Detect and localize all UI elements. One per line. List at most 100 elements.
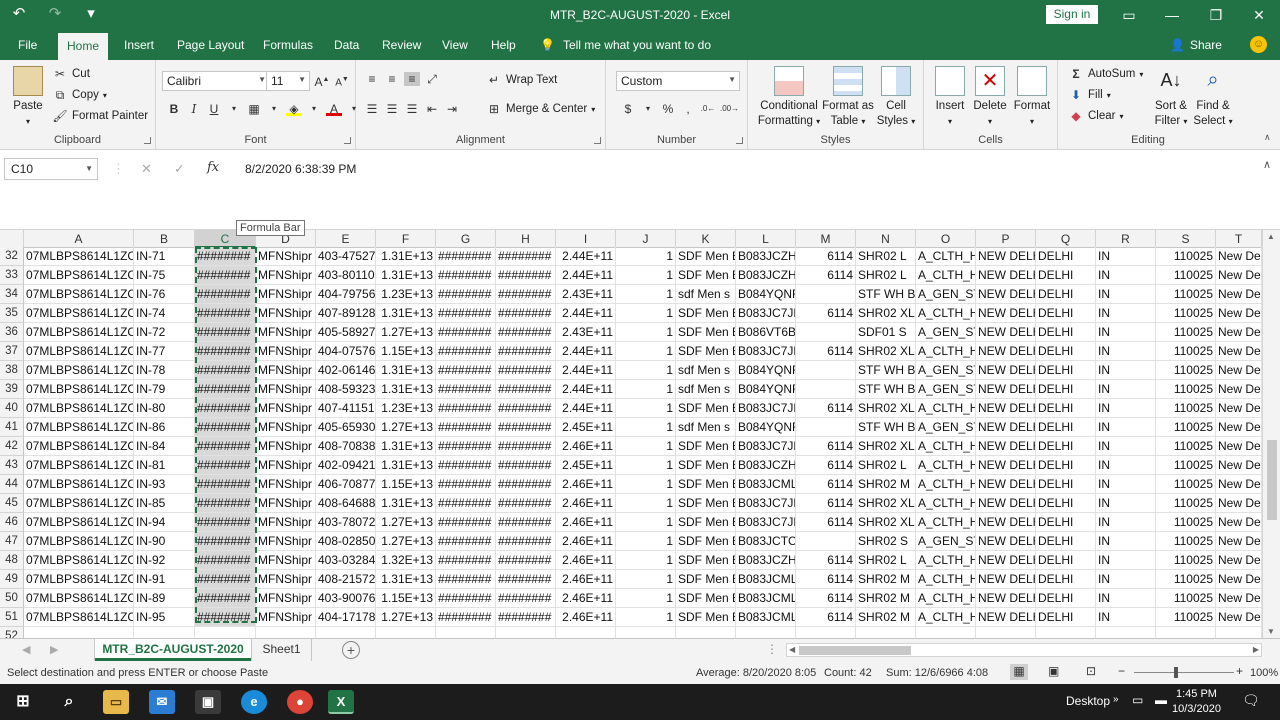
cell-b[interactable]: IN-84 bbox=[134, 437, 195, 456]
cut-button[interactable]: ✂ Cut bbox=[52, 67, 90, 81]
column-header-s[interactable]: S bbox=[1156, 230, 1216, 248]
column-header-h[interactable]: H bbox=[496, 230, 556, 248]
cell-r[interactable]: IN bbox=[1096, 380, 1156, 399]
cell-b[interactable]: IN-86 bbox=[134, 418, 195, 437]
cell-a[interactable]: 07MLBPS8614L1ZC bbox=[24, 589, 134, 608]
cell-a[interactable]: 07MLBPS8614L1ZC bbox=[24, 513, 134, 532]
italic-button[interactable]: I bbox=[186, 102, 202, 116]
system-clock[interactable]: 1:45 PM 10/3/2020 bbox=[1172, 687, 1221, 717]
format-cells-button[interactable]: Format ▾ bbox=[1010, 66, 1054, 129]
cell-f[interactable]: 1.31E+13 bbox=[376, 266, 436, 285]
cell-s[interactable]: 110025 bbox=[1156, 475, 1216, 494]
vertical-scroll-thumb[interactable] bbox=[1267, 440, 1277, 520]
cell-o[interactable]: A_GEN_ST bbox=[916, 532, 976, 551]
cell-c[interactable]: ######## bbox=[195, 532, 256, 551]
chevron-down-icon[interactable]: ▾ bbox=[306, 102, 322, 116]
cell-g[interactable]: ######## bbox=[436, 361, 496, 380]
cell-p[interactable]: NEW DELH bbox=[976, 361, 1036, 380]
cell-o[interactable]: A_CLTH_H bbox=[916, 570, 976, 589]
zoom-level[interactable]: 100% bbox=[1250, 667, 1278, 679]
cell-i[interactable]: 2.44E+11 bbox=[556, 399, 616, 418]
cell-n[interactable]: SHR02 L bbox=[856, 551, 916, 570]
cell-d[interactable]: MFNShipr bbox=[256, 399, 316, 418]
cell-r[interactable]: IN bbox=[1096, 494, 1156, 513]
cell-p[interactable]: NEW DELH bbox=[976, 380, 1036, 399]
cell-p[interactable]: NEW DELH bbox=[976, 456, 1036, 475]
cell-o[interactable]: A_CLTH_H bbox=[916, 513, 976, 532]
font-launcher-icon[interactable] bbox=[344, 137, 351, 144]
cell-p[interactable]: NEW DELH bbox=[976, 342, 1036, 361]
cell-q[interactable]: DELHI bbox=[1036, 380, 1096, 399]
cell-n[interactable]: SHR02 M bbox=[856, 608, 916, 627]
cell-d[interactable]: MFNShipr bbox=[256, 342, 316, 361]
alignment-launcher-icon[interactable] bbox=[594, 137, 601, 144]
search-icon[interactable]: ⌕ bbox=[56, 690, 82, 714]
cell-c[interactable]: ######## bbox=[195, 551, 256, 570]
cell-m[interactable]: 6114 bbox=[796, 247, 856, 266]
cell-o[interactable]: A_GEN_ST bbox=[916, 418, 976, 437]
cell-h[interactable]: ######## bbox=[496, 304, 556, 323]
cell-b[interactable]: IN-93 bbox=[134, 475, 195, 494]
cell-h[interactable]: ######## bbox=[496, 551, 556, 570]
cell-k[interactable]: sdf Men s bbox=[676, 361, 736, 380]
cell-s[interactable]: 110025 bbox=[1156, 418, 1216, 437]
cell-d[interactable]: MFNShipr bbox=[256, 266, 316, 285]
cell-j[interactable]: 1 bbox=[616, 380, 676, 399]
cell-n[interactable]: SHR02 L bbox=[856, 456, 916, 475]
cell-k[interactable]: SDF Men E bbox=[676, 494, 736, 513]
cell-c[interactable]: ######## bbox=[195, 494, 256, 513]
cell-s[interactable]: 110025 bbox=[1156, 342, 1216, 361]
cell-m[interactable]: 6114 bbox=[796, 589, 856, 608]
cell-d[interactable]: MFNShipr bbox=[256, 494, 316, 513]
cell-i[interactable]: 2.44E+11 bbox=[556, 380, 616, 399]
cell-r[interactable]: IN bbox=[1096, 456, 1156, 475]
cell-j[interactable]: 1 bbox=[616, 494, 676, 513]
autosum-button[interactable]: Σ AutoSum ▾ bbox=[1068, 67, 1143, 81]
tab-data[interactable]: Data bbox=[334, 38, 359, 52]
tab-formulas[interactable]: Formulas bbox=[263, 38, 313, 52]
cell-m[interactable]: 6114 bbox=[796, 494, 856, 513]
vertical-scrollbar[interactable]: ▲ ▼ bbox=[1262, 230, 1280, 638]
cell-g[interactable]: ######## bbox=[436, 456, 496, 475]
cell-o[interactable]: A_CLTH_H bbox=[916, 342, 976, 361]
cell-q[interactable]: DELHI bbox=[1036, 570, 1096, 589]
cell-e[interactable]: 403-03284 bbox=[316, 551, 376, 570]
cell-l[interactable]: B083JCZH\ bbox=[736, 551, 796, 570]
cell-t[interactable]: New De bbox=[1216, 456, 1262, 475]
cell-p[interactable]: NEW DELH bbox=[976, 266, 1036, 285]
fill-button[interactable]: ⬇ Fill ▾ bbox=[1068, 88, 1111, 102]
collapse-ribbon-icon[interactable]: ∧ bbox=[1264, 132, 1271, 143]
cell-b[interactable]: IN-75 bbox=[134, 266, 195, 285]
cell-q[interactable]: DELHI bbox=[1036, 399, 1096, 418]
cell-q[interactable]: DELHI bbox=[1036, 323, 1096, 342]
cell-i[interactable]: 2.45E+11 bbox=[556, 418, 616, 437]
cell-b[interactable]: IN-80 bbox=[134, 399, 195, 418]
cell-e[interactable]: 408-59323 bbox=[316, 380, 376, 399]
cell-c[interactable]: ######## bbox=[195, 399, 256, 418]
column-header-o[interactable]: O bbox=[916, 230, 976, 248]
borders-icon[interactable]: ▦ bbox=[246, 102, 262, 116]
cell-h[interactable]: ######## bbox=[496, 570, 556, 589]
tab-home[interactable]: Home bbox=[58, 33, 109, 60]
cell-i[interactable]: 2.44E+11 bbox=[556, 266, 616, 285]
minimize-icon[interactable]: — bbox=[1150, 0, 1194, 30]
cell-l[interactable]: B084YQNF3Y bbox=[736, 380, 796, 399]
cell-t[interactable]: New De bbox=[1216, 418, 1262, 437]
column-header-g[interactable]: G bbox=[436, 230, 496, 248]
cell-a[interactable]: 07MLBPS8614L1ZC bbox=[24, 532, 134, 551]
cell-n[interactable]: SHR02 L bbox=[856, 247, 916, 266]
row-header[interactable]: 49 bbox=[0, 570, 24, 589]
cell-f[interactable]: 1.31E+13 bbox=[376, 304, 436, 323]
cell-q[interactable]: DELHI bbox=[1036, 551, 1096, 570]
cell-e[interactable]: 403-80110 bbox=[316, 266, 376, 285]
chevron-down-icon[interactable]: ▾ bbox=[266, 102, 282, 116]
cell-d[interactable]: MFNShipr bbox=[256, 380, 316, 399]
cell-l[interactable]: B083JCZH\ bbox=[736, 266, 796, 285]
cell-m[interactable]: 6114 bbox=[796, 475, 856, 494]
notifications-icon[interactable]: 🗨 bbox=[1242, 692, 1260, 709]
cell-h[interactable]: ######## bbox=[496, 342, 556, 361]
cell-n[interactable]: SHR02 S bbox=[856, 532, 916, 551]
font-name-combo[interactable]: Calibri ▼ bbox=[162, 71, 270, 91]
cell-n[interactable]: SHR02 M bbox=[856, 589, 916, 608]
cell-o[interactable]: A_CLTH_H bbox=[916, 551, 976, 570]
